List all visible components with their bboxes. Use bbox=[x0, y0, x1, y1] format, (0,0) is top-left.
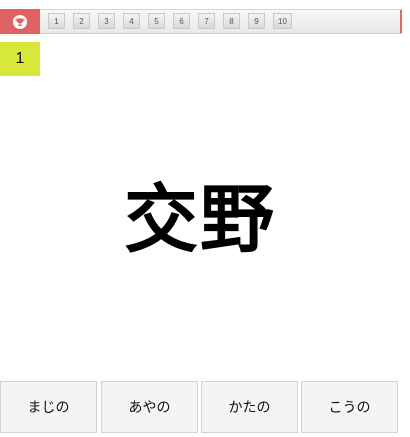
tab-10[interactable]: 10 bbox=[273, 13, 292, 29]
choice-button-3[interactable]: かたの bbox=[201, 381, 298, 433]
tab-4[interactable]: 4 bbox=[123, 13, 140, 29]
tab-8[interactable]: 8 bbox=[223, 13, 240, 29]
trophy-icon bbox=[13, 14, 27, 29]
question-number-badge: 1 bbox=[0, 42, 40, 76]
tab-1[interactable]: 1 bbox=[48, 13, 65, 29]
question-kanji: 交野 bbox=[124, 177, 276, 263]
choice-button-2[interactable]: あやの bbox=[101, 381, 198, 433]
tab-2[interactable]: 2 bbox=[73, 13, 90, 29]
answer-choices: まじの あやの かたの こうの bbox=[0, 381, 402, 433]
question-nav-bar: 1 2 3 4 5 6 7 8 9 10 bbox=[0, 9, 402, 34]
choice-button-1[interactable]: まじの bbox=[0, 381, 97, 433]
tab-7[interactable]: 7 bbox=[198, 13, 215, 29]
tab-3[interactable]: 3 bbox=[98, 13, 115, 29]
question-tabs: 1 2 3 4 5 6 7 8 9 10 bbox=[48, 13, 300, 29]
tab-6[interactable]: 6 bbox=[173, 13, 190, 29]
tab-9[interactable]: 9 bbox=[248, 13, 265, 29]
tab-5[interactable]: 5 bbox=[148, 13, 165, 29]
home-button[interactable] bbox=[0, 9, 40, 34]
choice-button-4[interactable]: こうの bbox=[301, 381, 398, 433]
